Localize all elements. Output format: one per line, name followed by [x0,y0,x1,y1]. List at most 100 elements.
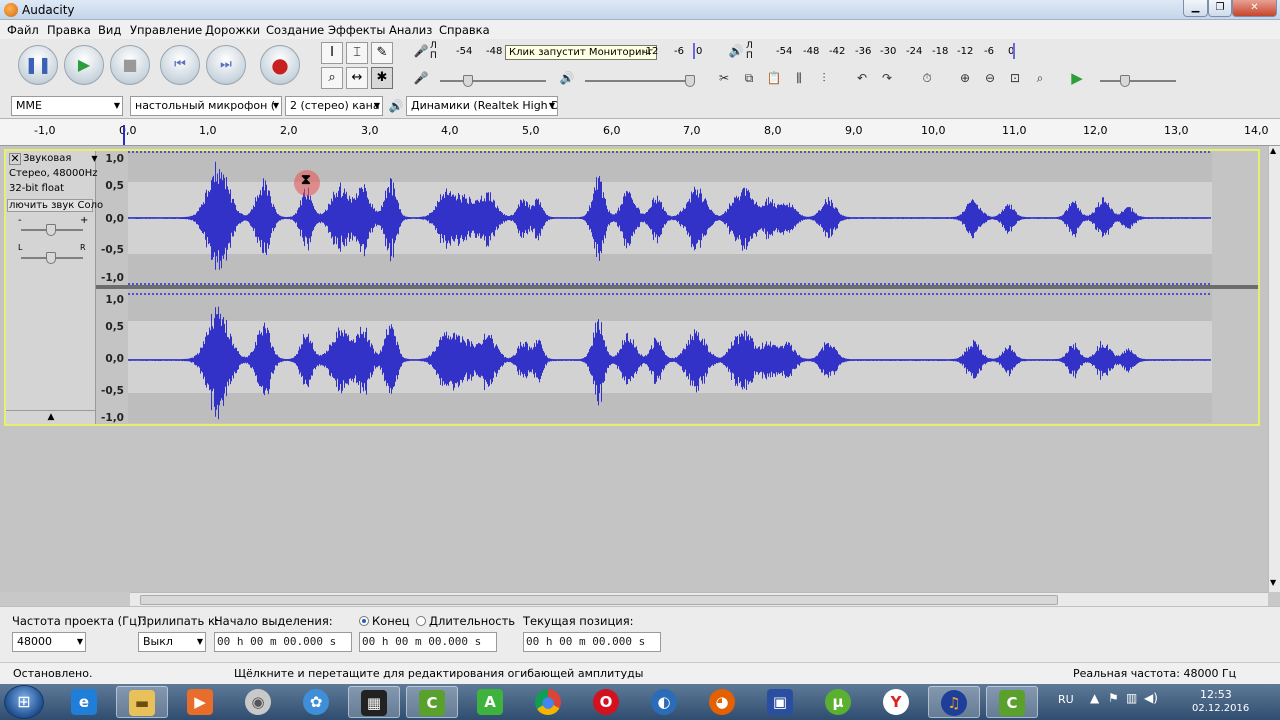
microphone-icon[interactable]: 🎤 [411,41,431,61]
play-speed-slider[interactable] [1100,75,1176,87]
audio-host-select[interactable]: MME ▼ [11,96,123,116]
input-volume-slider[interactable] [440,75,546,87]
redo-icon[interactable]: ↷ [877,68,897,88]
zoom-in-icon[interactable]: ⊕ [955,68,975,88]
paste-icon[interactable]: 📋 [764,68,784,88]
menu-edit[interactable]: Правка [47,23,91,37]
gain-slider-thumb[interactable] [46,224,56,236]
menu-effects[interactable]: Эффекты [328,23,386,37]
track-area[interactable]: ✕ Звуковая ▼ Стерео, 48000Hz 32-bit float… [0,146,1268,592]
speaker-icon[interactable]: 🔊 [726,41,746,61]
output-volume-slider[interactable] [585,75,695,87]
cd-icon[interactable]: ◉ [232,686,284,718]
input-volume-thumb[interactable] [463,75,473,87]
cut-icon[interactable]: ✂ [714,68,734,88]
paint-icon[interactable]: ✿ [290,686,342,718]
pan-slider[interactable] [21,252,83,264]
network-icon[interactable]: ▥ [1126,691,1137,705]
collapse-track-icon[interactable]: ▲ [6,410,96,424]
multi-tool[interactable]: ✱ [371,67,393,89]
stop-button[interactable]: ■ [110,45,150,85]
copy-icon[interactable]: ⧉ [739,68,759,88]
scale-label: 1,0 [105,294,124,306]
horizontal-scroll-thumb[interactable] [140,595,1058,605]
play-button[interactable]: ▶ [64,45,104,85]
track-name-menu[interactable]: Звуковая ▼ [23,153,98,164]
chrome-icon[interactable]: ● [522,686,574,718]
close-button[interactable]: ✕ [1232,0,1277,17]
media-player-icon[interactable]: ▶ [174,686,226,718]
a-app-icon[interactable]: A [464,686,516,718]
audio-track[interactable]: ✕ Звуковая ▼ Стерео, 48000Hz 32-bit float… [4,149,1260,426]
undo-icon[interactable]: ↶ [852,68,872,88]
audio-position-field[interactable]: 00 h 00 m 00.000 s [523,632,661,652]
length-radio[interactable]: Длительность [416,614,515,628]
camtasia-icon[interactable]: C [406,686,458,718]
menu-control[interactable]: Управление [130,23,202,37]
volume-icon[interactable]: ◀) [1144,691,1158,705]
maximize-button[interactable]: ❐ [1208,0,1232,17]
play-at-speed-icon[interactable]: ▶ [1067,68,1087,88]
menu-analyze[interactable]: Анализ [389,23,432,37]
camtasia-recorder-icon[interactable]: C [986,686,1038,718]
yandex-icon[interactable]: Y [870,686,922,718]
channels-select[interactable]: 2 (стерео) кана ▼ [285,96,383,116]
ruler-label: 2,0 [280,124,298,137]
app-icon[interactable]: ◐ [638,686,690,718]
gain-slider[interactable] [21,224,83,236]
menu-help[interactable]: Справка [439,23,490,37]
clock-time[interactable]: 12:53 [1200,688,1232,701]
menu-tracks[interactable]: Дорожки [205,23,260,37]
timeline-ruler[interactable]: -1,0 0,0 1,0 2,0 3,0 4,0 5,0 6,0 7,0 8,0… [0,119,1280,146]
selection-end-field[interactable]: 00 h 00 m 00.000 s [359,632,497,652]
record-button[interactable]: ● [260,45,300,85]
envelope-tool[interactable]: ⌶ [346,42,368,64]
mute-solo-buttons[interactable]: лючить звук Соло [7,199,103,212]
project-rate-select[interactable]: 48000 ▼ [12,632,86,652]
input-device-select[interactable]: настольный микрофон (▼ [130,96,282,116]
play-speed-thumb[interactable] [1120,75,1130,87]
fit-project-icon[interactable]: ⌕ [1030,68,1050,88]
status-state: Остановлено. [13,667,93,680]
selection-start-field[interactable]: 00 h 00 m 00.000 s [214,632,352,652]
firefox-icon[interactable]: ◕ [696,686,748,718]
snap-to-select[interactable]: Выкл ▼ [138,632,206,652]
output-device-select[interactable]: Динамики (Realtek High D ▼ [406,96,558,116]
sync-lock-icon[interactable]: ⏱ [917,68,937,88]
menu-view[interactable]: Вид [98,23,121,37]
skip-to-start-button[interactable]: ⏮ [160,45,200,85]
clock-date[interactable]: 02.12.2016 [1192,703,1249,714]
pause-button[interactable]: ❚❚ [18,45,58,85]
audacity-icon[interactable]: ♫ [928,686,980,718]
minimize-button[interactable]: ▁ [1183,0,1208,17]
skip-to-end-button[interactable]: ⏭ [206,45,246,85]
trim-icon[interactable]: ⫼ [789,68,809,88]
save-icon[interactable]: ▣ [754,686,806,718]
scroll-down-icon[interactable]: ▼ [1270,578,1276,587]
flag-icon[interactable]: ⚑ [1108,691,1119,705]
tray-arrow-icon[interactable]: ▲ [1090,691,1099,705]
menu-file[interactable]: Файл [7,23,39,37]
output-volume-thumb[interactable] [685,75,695,87]
zoom-out-icon[interactable]: ⊖ [980,68,1000,88]
timeshift-tool[interactable]: ↔ [346,67,368,89]
selection-tool[interactable]: I [321,42,343,64]
opera-icon[interactable]: O [580,686,632,718]
ie-icon[interactable]: e [58,686,110,718]
start-button[interactable]: ⊞ [4,685,44,719]
scroll-up-icon[interactable]: ▲ [1270,146,1276,155]
video-editor-icon[interactable]: ▦ [348,686,400,718]
language-indicator[interactable]: RU [1058,693,1074,706]
horizontal-scrollbar[interactable] [130,592,1268,606]
menu-generate[interactable]: Создание [266,23,324,37]
pan-slider-thumb[interactable] [46,252,56,264]
close-track-icon[interactable]: ✕ [9,153,21,165]
draw-tool[interactable]: ✎ [371,42,393,64]
utorrent-icon[interactable]: µ [812,686,864,718]
vertical-scrollbar[interactable]: ▲ ▼ [1268,146,1280,592]
end-radio[interactable]: Конец [359,614,410,628]
fit-selection-icon[interactable]: ⊡ [1005,68,1025,88]
explorer-icon[interactable]: ▬ [116,686,168,718]
zoom-tool[interactable]: ⌕ [321,67,343,89]
silence-icon[interactable]: ⫶ [814,68,834,88]
